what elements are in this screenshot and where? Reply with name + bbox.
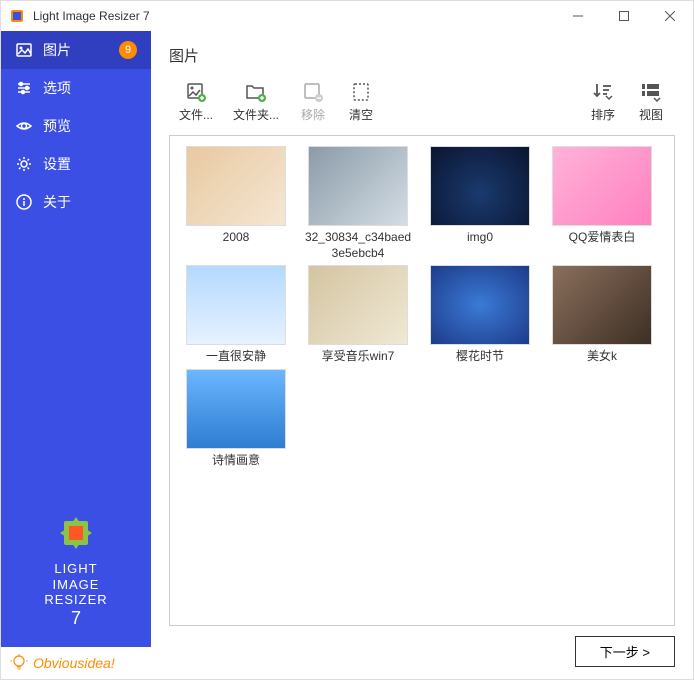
toolbar-view-button[interactable]: 视图 bbox=[627, 76, 675, 127]
thumbnail-image bbox=[430, 146, 530, 226]
thumbnail-caption: 2008 bbox=[223, 230, 250, 246]
sidebar-item-eye[interactable]: 预览 bbox=[1, 107, 151, 145]
toolbar-label: 文件夹... bbox=[233, 106, 279, 123]
window-controls bbox=[555, 1, 693, 31]
thumbnail[interactable]: 一直很安静 bbox=[176, 265, 296, 365]
thumbnail-image bbox=[552, 146, 652, 226]
thumbnail-caption: 32_30834_c34baed3e5ebcb4 bbox=[303, 230, 413, 261]
toolbar-remove-button: 移除 bbox=[289, 76, 337, 127]
thumbnail-image bbox=[186, 265, 286, 345]
lightbulb-icon bbox=[9, 653, 29, 673]
sidebar-footer[interactable]: Obviousidea! bbox=[1, 647, 151, 679]
clear-icon bbox=[349, 80, 373, 104]
thumbnail[interactable]: 樱花时节 bbox=[420, 265, 540, 365]
thumbnail-caption: 美女k bbox=[587, 349, 617, 365]
sidebar-item-label: 预览 bbox=[43, 116, 71, 136]
thumbnail-caption: QQ爱情表白 bbox=[569, 230, 636, 246]
thumbnail-caption: 一直很安静 bbox=[206, 349, 266, 365]
app-icon bbox=[9, 8, 25, 24]
thumbnail-image bbox=[308, 265, 408, 345]
view-icon bbox=[639, 80, 663, 104]
toolbar-label: 排序 bbox=[591, 106, 615, 123]
count-badge: 9 bbox=[119, 41, 137, 59]
thumbnail[interactable]: 2008 bbox=[176, 146, 296, 261]
thumbnail-caption: 樱花时节 bbox=[456, 349, 504, 365]
minimize-button[interactable] bbox=[555, 1, 601, 31]
toolbar-label: 移除 bbox=[301, 106, 325, 123]
thumbnail-caption: img0 bbox=[467, 230, 493, 246]
thumbnail[interactable]: 享受音乐win7 bbox=[298, 265, 418, 365]
sort-icon bbox=[591, 80, 615, 104]
thumbnail-image bbox=[186, 369, 286, 449]
image-gallery: 2008 32_30834_c34baed3e5ebcb4 img0 QQ爱情表白一直… bbox=[169, 135, 675, 626]
sidebar-item-label: 图片 bbox=[43, 40, 71, 60]
folder-add-icon bbox=[244, 80, 268, 104]
sidebar-item-gear[interactable]: 设置 bbox=[1, 145, 151, 183]
image-icon bbox=[15, 41, 33, 59]
sidebar-item-sliders[interactable]: 选项 bbox=[1, 69, 151, 107]
sidebar-item-image[interactable]: 图片 9 bbox=[1, 31, 151, 69]
toolbar-label: 文件... bbox=[179, 106, 213, 123]
sidebar-item-info[interactable]: 关于 bbox=[1, 183, 151, 221]
gear-icon bbox=[15, 155, 33, 173]
thumbnail-caption: 诗情画意 bbox=[212, 453, 260, 469]
thumbnail-image bbox=[308, 146, 408, 226]
content-area: 图片 文件... 文件夹... 移除 清空 排序 视图 2008 32_30834_c34… bbox=[151, 31, 693, 679]
sidebar-item-label: 设置 bbox=[43, 154, 71, 174]
file-add-icon bbox=[184, 80, 208, 104]
sidebar-item-label: 关于 bbox=[43, 192, 71, 212]
thumbnail-caption: 享受音乐win7 bbox=[322, 349, 395, 365]
app-title: Light Image Resizer 7 bbox=[33, 9, 555, 23]
sidebar-item-label: 选项 bbox=[43, 78, 71, 98]
thumbnail[interactable]: img0 bbox=[420, 146, 540, 261]
thumbnail-image bbox=[552, 265, 652, 345]
maximize-button[interactable] bbox=[601, 1, 647, 31]
thumbnail[interactable]: QQ爱情表白 bbox=[542, 146, 662, 261]
sidebar-logo: LIGHT IMAGE RESIZER 7 bbox=[1, 503, 151, 647]
page-title: 图片 bbox=[169, 45, 675, 66]
next-button[interactable]: 下一步 > bbox=[575, 636, 675, 667]
thumbnail-image bbox=[186, 146, 286, 226]
toolbar-folder-add-button[interactable]: 文件夹... bbox=[223, 76, 289, 127]
thumbnail[interactable]: 诗情画意 bbox=[176, 369, 296, 469]
toolbar: 文件... 文件夹... 移除 清空 排序 视图 bbox=[169, 76, 675, 133]
info-icon bbox=[15, 193, 33, 211]
sidebar: 图片 9 选项预览设置关于 LIGHT IMAGE RESIZER 7 Obviou… bbox=[1, 31, 151, 679]
sliders-icon bbox=[15, 79, 33, 97]
close-button[interactable] bbox=[647, 1, 693, 31]
toolbar-label: 清空 bbox=[349, 106, 373, 123]
thumbnail-image bbox=[430, 265, 530, 345]
thumbnail[interactable]: 32_30834_c34baed3e5ebcb4 bbox=[298, 146, 418, 261]
toolbar-clear-button[interactable]: 清空 bbox=[337, 76, 385, 127]
titlebar: Light Image Resizer 7 bbox=[1, 1, 693, 31]
toolbar-sort-button[interactable]: 排序 bbox=[579, 76, 627, 127]
toolbar-label: 视图 bbox=[639, 106, 663, 123]
remove-icon bbox=[301, 80, 325, 104]
thumbnail[interactable]: 美女k bbox=[542, 265, 662, 365]
eye-icon bbox=[15, 117, 33, 135]
toolbar-file-add-button[interactable]: 文件... bbox=[169, 76, 223, 127]
